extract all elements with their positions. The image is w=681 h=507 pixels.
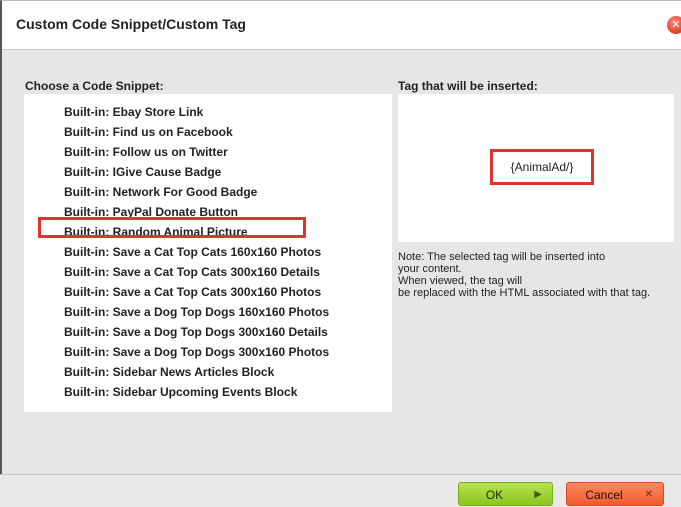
note-line: Note: The selected tag will be inserted … <box>398 251 606 263</box>
x-icon: ✕ <box>644 489 653 500</box>
note-line: When viewed, the tag will <box>398 275 523 287</box>
tag-value: {AnimalAd/} <box>490 149 594 185</box>
snippet-item[interactable]: Built-in: Find us on Facebook <box>24 122 392 142</box>
snippet-item[interactable]: Built-in: Save a Dog Top Dogs 300x160 De… <box>24 322 392 342</box>
note-line: be replaced with the HTML associated wit… <box>398 287 651 299</box>
snippet-item[interactable]: Built-in: Save a Dog Top Dogs 160x160 Ph… <box>24 302 392 322</box>
snippet-item[interactable]: Built-in: Sidebar Upcoming Events Block <box>24 382 392 402</box>
tag-preview-label: Tag that will be inserted: <box>398 79 538 93</box>
snippet-item[interactable]: Built-in: IGive Cause Badge <box>24 162 392 182</box>
dialog-titlebar: Custom Code Snippet/Custom Tag <box>2 1 681 50</box>
snippet-item[interactable]: Built-in: Save a Cat Top Cats 160x160 Ph… <box>24 242 392 262</box>
snippet-item[interactable]: Built-in: Sidebar News Articles Block <box>24 362 392 382</box>
snippet-list-label: Choose a Code Snippet: <box>25 79 164 93</box>
ok-button-label: OK <box>485 488 504 502</box>
ok-button[interactable]: OK ▶ <box>458 482 553 506</box>
snippet-item[interactable]: Built-in: Network For Good Badge <box>24 182 392 202</box>
snippet-item[interactable]: Built-in: Ebay Store Link <box>24 102 392 122</box>
snippet-item[interactable]: Built-in: Follow us on Twitter <box>24 142 392 162</box>
cancel-button-label: Cancel <box>585 488 623 502</box>
selected-snippet-highlight <box>38 217 306 238</box>
snippet-item[interactable]: Built-in: Save a Cat Top Cats 300x160 Ph… <box>24 282 392 302</box>
snippet-item[interactable]: Built-in: Save a Dog Top Dogs 300x160 Ph… <box>24 342 392 362</box>
note-line: your content. <box>398 263 462 275</box>
arrow-right-icon: ▶ <box>534 489 542 500</box>
note-text: Note: The selected tag will be inserted … <box>398 251 678 299</box>
close-icon[interactable]: ✕ <box>667 16 681 34</box>
dialog-title: Custom Code Snippet/Custom Tag <box>16 16 246 32</box>
snippet-list[interactable]: Built-in: Ebay Store Link Built-in: Find … <box>24 94 392 412</box>
cancel-button[interactable]: Cancel ✕ <box>566 482 664 506</box>
snippet-item[interactable]: Built-in: Save a Cat Top Cats 300x160 De… <box>24 262 392 282</box>
